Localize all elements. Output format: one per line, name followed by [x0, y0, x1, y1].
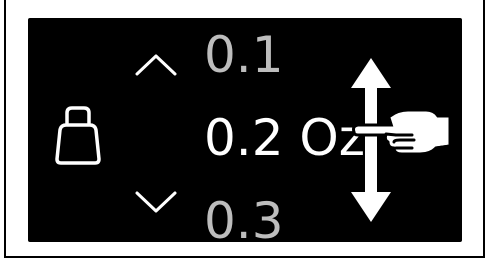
- weight-icon: [55, 106, 101, 165]
- next-value[interactable]: 0.3: [204, 196, 284, 246]
- previous-value[interactable]: 0.1: [204, 30, 284, 80]
- current-value: 0.2 Oz: [204, 113, 365, 163]
- chevron-down-icon[interactable]: [133, 189, 179, 215]
- current-value-text: 0.2 Oz: [204, 109, 366, 167]
- pointing-hand-icon: [352, 108, 452, 156]
- previous-value-text: 0.1: [204, 26, 284, 84]
- next-value-text: 0.3: [204, 192, 284, 250]
- chevron-up-icon[interactable]: [133, 52, 179, 78]
